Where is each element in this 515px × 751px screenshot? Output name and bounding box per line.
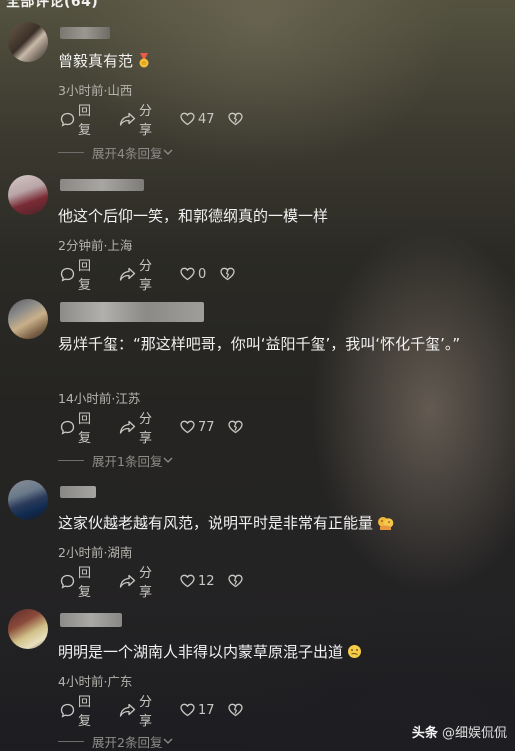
hug-emoji-icon [377, 513, 394, 538]
reply-icon [60, 267, 75, 282]
reply-icon [60, 420, 75, 435]
reply-button[interactable]: 回复 [57, 259, 91, 293]
like-button[interactable]: 0 [177, 264, 206, 284]
like-heart-icon [180, 420, 195, 434]
comment-text-content: 明明是一个湖南人非得以内蒙草原混子出道 [58, 643, 344, 661]
comment-text: 这家伙越老越有风范，说明平时是非常有正能量 [58, 511, 503, 538]
share-button[interactable]: 分享 [116, 695, 152, 729]
avatar[interactable] [8, 480, 48, 520]
like-count: 77 [198, 419, 215, 435]
dislike-heart-icon [228, 574, 243, 588]
dislike-heart-icon [228, 703, 243, 717]
comment-text: 他这个后仰一笑，和郭德纲真的一模一样 [58, 204, 503, 229]
share-icon [119, 420, 136, 435]
avatar[interactable] [8, 299, 48, 339]
expand-replies-button[interactable]: 展开4条回复 [58, 143, 174, 162]
share-icon [119, 703, 136, 718]
dislike-button[interactable] [225, 417, 243, 437]
divider [58, 741, 84, 742]
reply-icon [60, 703, 75, 718]
comment-text-content: 他这个后仰一笑，和郭德纲真的一模一样 [58, 207, 329, 225]
expand-replies-label: 展开4条回复 [92, 146, 163, 161]
comment-meta: 3小时前·山西 [58, 83, 133, 98]
comment-meta: 14小时前·江苏 [58, 391, 141, 406]
expand-replies-label: 展开2条回复 [92, 735, 163, 750]
reply-label: 回复 [78, 104, 92, 138]
reply-label: 回复 [78, 695, 92, 729]
share-button[interactable]: 分享 [116, 412, 152, 446]
username[interactable] [60, 27, 110, 39]
username[interactable] [60, 486, 96, 498]
comment-meta: 2小时前·湖南 [58, 545, 133, 560]
expand-replies-button[interactable]: 展开2条回复 [58, 732, 174, 751]
dislike-button[interactable] [225, 700, 243, 720]
comment-text-content: 这家伙越老越有风范，说明平时是非常有正能量 [58, 514, 374, 532]
divider [58, 460, 84, 461]
like-button[interactable]: 17 [177, 700, 215, 720]
username[interactable] [60, 302, 204, 322]
share-button[interactable]: 分享 [116, 104, 152, 138]
username[interactable] [60, 179, 144, 191]
dislike-button[interactable] [217, 264, 235, 284]
username[interactable] [60, 613, 122, 627]
like-heart-icon [180, 112, 195, 126]
reply-label: 回复 [78, 412, 92, 446]
watermark: 头条 @细娱侃侃 [412, 722, 507, 741]
dislike-heart-icon [228, 112, 243, 126]
watermark-brand: 头条 [411, 726, 438, 741]
reply-icon [60, 112, 75, 127]
dislike-button[interactable] [225, 109, 243, 129]
like-count: 17 [198, 702, 215, 718]
expand-replies-label: 展开1条回复 [92, 454, 163, 469]
comment-meta: 2分钟前·上海 [58, 238, 133, 253]
avatar[interactable] [8, 609, 48, 649]
like-heart-icon [180, 267, 195, 281]
watermark-handle: @细娱侃侃 [441, 726, 507, 741]
like-button[interactable]: 12 [177, 571, 215, 591]
chevron-down-icon [162, 453, 174, 468]
dislike-heart-icon [228, 420, 243, 434]
comment-text-content: 曾毅真有范 [58, 52, 134, 70]
reply-label: 回复 [78, 566, 92, 600]
share-label: 分享 [139, 566, 153, 600]
comment-text-content: 易烊千玺：“那这样吧哥，你叫‘益阳千玺’，我叫‘怀化千玺’。” [58, 335, 461, 353]
expand-replies-button[interactable]: 展开1条回复 [58, 451, 174, 470]
dislike-heart-icon [220, 267, 235, 281]
share-icon [119, 574, 136, 589]
share-icon [119, 267, 136, 282]
chevron-down-icon [162, 145, 174, 160]
like-heart-icon [180, 703, 195, 717]
like-count: 0 [198, 266, 207, 282]
reply-button[interactable]: 回复 [57, 566, 91, 600]
comment-text: 明明是一个湖南人非得以内蒙草原混子出道 [58, 640, 503, 667]
comment-meta: 4小时前·广东 [58, 674, 133, 689]
reply-icon [60, 574, 75, 589]
share-label: 分享 [139, 259, 153, 293]
share-icon [119, 112, 136, 127]
share-label: 分享 [139, 104, 153, 138]
avatar[interactable] [8, 175, 48, 215]
dislike-button[interactable] [225, 571, 243, 591]
comment-text: 易烊千玺：“那这样吧哥，你叫‘益阳千玺’，我叫‘怀化千玺’。” [58, 332, 503, 357]
medal-emoji-icon [137, 51, 151, 76]
share-label: 分享 [139, 412, 153, 446]
avatar[interactable] [8, 22, 48, 62]
comments-header: 全部评论(64) [6, 0, 99, 10]
reply-button[interactable]: 回复 [57, 695, 91, 729]
reply-button[interactable]: 回复 [57, 412, 91, 446]
thinking-emoji-icon [347, 642, 362, 667]
like-heart-icon [180, 574, 195, 588]
like-count: 47 [198, 111, 215, 127]
chevron-down-icon [162, 734, 174, 749]
reply-button[interactable]: 回复 [57, 104, 91, 138]
like-button[interactable]: 77 [177, 417, 215, 437]
share-button[interactable]: 分享 [116, 566, 152, 600]
reply-label: 回复 [78, 259, 92, 293]
like-count: 12 [198, 573, 215, 589]
share-button[interactable]: 分享 [116, 259, 152, 293]
share-label: 分享 [139, 695, 153, 729]
divider [58, 152, 84, 153]
like-button[interactable]: 47 [177, 109, 215, 129]
comment-text: 曾毅真有范 [58, 49, 503, 76]
